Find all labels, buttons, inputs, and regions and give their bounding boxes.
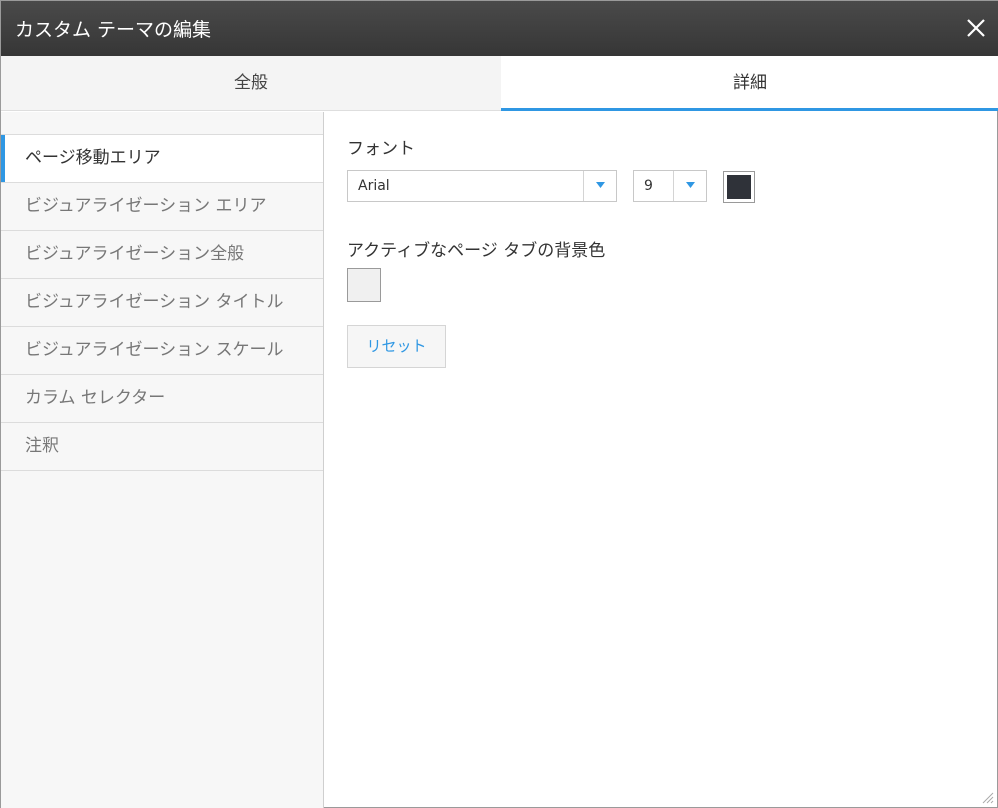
- sidebar-list: ページ移動エリア ビジュアライゼーション エリア ビジュアライゼーション全般 ビ…: [1, 134, 323, 471]
- sidebar-item-annotations[interactable]: 注釈: [1, 423, 323, 471]
- dropdown-arrow[interactable]: [583, 171, 616, 201]
- chevron-down-icon: [686, 182, 695, 188]
- close-icon: [967, 19, 985, 37]
- chevron-down-icon: [596, 182, 605, 188]
- tab-details[interactable]: 詳細: [501, 56, 998, 111]
- resize-grip-icon[interactable]: [980, 790, 994, 804]
- settings-panel: フォント Arial 9 アクティブなページ タブの背景色 リセット: [347, 112, 987, 802]
- active-tab-bg-label: アクティブなページ タブの背景色: [347, 241, 606, 261]
- sidebar-item-page-navigation-area[interactable]: ページ移動エリア: [1, 135, 323, 183]
- sidebar-item-visualization-title[interactable]: ビジュアライゼーション タイトル: [1, 279, 323, 327]
- dialog-title: カスタム テーマの編集: [15, 19, 212, 41]
- reset-button[interactable]: リセット: [347, 325, 446, 368]
- font-size-dropdown[interactable]: 9: [633, 170, 707, 202]
- sidebar-item-visualization-general[interactable]: ビジュアライゼーション全般: [1, 231, 323, 279]
- tab-bar: 全般 詳細: [1, 56, 998, 111]
- font-size-value: 9: [644, 178, 653, 194]
- close-button[interactable]: [961, 13, 991, 43]
- sidebar: ページ移動エリア ビジュアライゼーション エリア ビジュアライゼーション全般 ビ…: [1, 112, 324, 808]
- sidebar-item-column-selector[interactable]: カラム セレクター: [1, 375, 323, 423]
- active-tab-bg-color-swatch[interactable]: [347, 268, 381, 302]
- dropdown-arrow[interactable]: [673, 171, 706, 201]
- font-family-value: Arial: [358, 178, 390, 194]
- font-family-dropdown[interactable]: Arial: [347, 170, 617, 202]
- dialog-titlebar: カスタム テーマの編集: [1, 1, 998, 56]
- tab-general[interactable]: 全般: [1, 56, 501, 111]
- font-label: フォント: [347, 139, 415, 159]
- sidebar-item-visualization-area[interactable]: ビジュアライゼーション エリア: [1, 183, 323, 231]
- sidebar-item-visualization-scale[interactable]: ビジュアライゼーション スケール: [1, 327, 323, 375]
- font-color-swatch[interactable]: [723, 171, 755, 203]
- font-color-fill: [727, 175, 751, 199]
- edit-custom-theme-dialog: カスタム テーマの編集 全般 詳細 ページ移動エリア ビジュアライゼーション エ…: [0, 0, 998, 808]
